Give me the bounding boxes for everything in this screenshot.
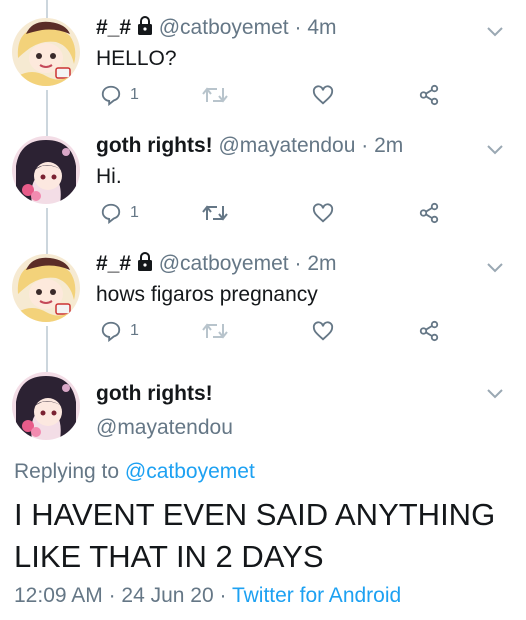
reply-button[interactable]: 1 [100, 320, 139, 342]
separator: · [294, 16, 302, 39]
separator: · [294, 252, 302, 275]
tweet-text: Hi. [96, 165, 122, 188]
like-button[interactable] [312, 202, 334, 224]
avatar[interactable] [12, 136, 80, 204]
tweet-actions: 1 [96, 202, 456, 228]
reply-icon [101, 85, 121, 106]
reply-count: 1 [130, 86, 139, 103]
share-icon [419, 202, 439, 224]
tweet-time[interactable]: 2m [374, 134, 403, 157]
lock-icon [137, 252, 152, 271]
tweet-header: goth rights! @mayatendou · 2m [96, 134, 403, 158]
separator: · [213, 584, 232, 607]
display-name[interactable]: #_# [96, 252, 131, 275]
replying-to-handle[interactable]: @catboyemet [125, 460, 255, 483]
tweet-time[interactable]: 4m [307, 16, 336, 39]
user-handle[interactable]: @mayatendou [218, 134, 355, 157]
separator: · [102, 584, 122, 607]
like-button[interactable] [312, 84, 334, 106]
retweet-icon [202, 323, 228, 339]
share-button[interactable] [418, 320, 440, 342]
display-name[interactable]: #_# [96, 16, 131, 39]
avatar[interactable] [12, 372, 80, 440]
tweet-actions: 1 [96, 84, 456, 110]
thread-line [46, 0, 48, 18]
avatar[interactable] [12, 18, 80, 86]
thread-line [46, 326, 48, 372]
tweet-text: hows figaros pregnancy [96, 283, 318, 306]
reply-icon [101, 203, 121, 224]
user-handle[interactable]: @mayatendou [96, 416, 233, 440]
retweet-icon [202, 205, 228, 221]
chevron-down-icon[interactable] [486, 144, 504, 156]
share-button[interactable] [418, 202, 440, 224]
tweet-timestamp[interactable]: 12:09 AM [14, 584, 103, 607]
like-icon [312, 321, 334, 341]
tweet-time[interactable]: 2m [307, 252, 336, 275]
display-name[interactable]: goth rights! [96, 134, 213, 157]
share-button[interactable] [418, 84, 440, 106]
tweet-date[interactable]: 24 Jun 20 [121, 584, 213, 607]
reply-count: 1 [130, 322, 139, 339]
retweet-icon [202, 87, 228, 103]
chevron-down-icon[interactable] [486, 388, 504, 400]
retweet-button[interactable] [202, 202, 228, 224]
avatar[interactable] [12, 254, 80, 322]
reply-count: 1 [130, 204, 139, 221]
thread-line [46, 90, 48, 136]
display-name[interactable]: goth rights! [96, 382, 213, 406]
thread-line [46, 208, 48, 254]
separator: · [361, 134, 369, 157]
user-handle[interactable]: @catboyemet [159, 252, 289, 275]
like-icon [312, 203, 334, 223]
like-icon [312, 85, 334, 105]
lock-icon [137, 16, 152, 35]
like-button[interactable] [312, 320, 334, 342]
reply-button[interactable]: 1 [100, 202, 139, 224]
user-handle[interactable]: @catboyemet [159, 16, 289, 39]
tweet-text: I HAVENT EVEN SAID ANYTHING LIKE THAT IN… [14, 497, 496, 574]
replying-to-label: Replying to [14, 460, 125, 483]
tweet-header: #_# @catboyemet · 2m [96, 252, 337, 276]
chevron-down-icon[interactable] [486, 262, 504, 274]
chevron-down-icon[interactable] [486, 26, 504, 38]
share-icon [419, 84, 439, 106]
replying-to: Replying to @catboyemet [14, 460, 255, 484]
retweet-button[interactable] [202, 320, 228, 342]
tweet-actions: 1 [96, 320, 456, 346]
tweet-text: HELLO? [96, 47, 177, 70]
client-link[interactable]: Twitter for Android [232, 584, 401, 607]
retweet-button[interactable] [202, 84, 228, 106]
tweet-meta: 12:09 AM · 24 Jun 20 · Twitter for Andro… [14, 584, 401, 608]
share-icon [419, 320, 439, 342]
reply-button[interactable]: 1 [100, 84, 139, 106]
reply-icon [101, 321, 121, 342]
tweet-header: #_# @catboyemet · 4m [96, 16, 337, 40]
